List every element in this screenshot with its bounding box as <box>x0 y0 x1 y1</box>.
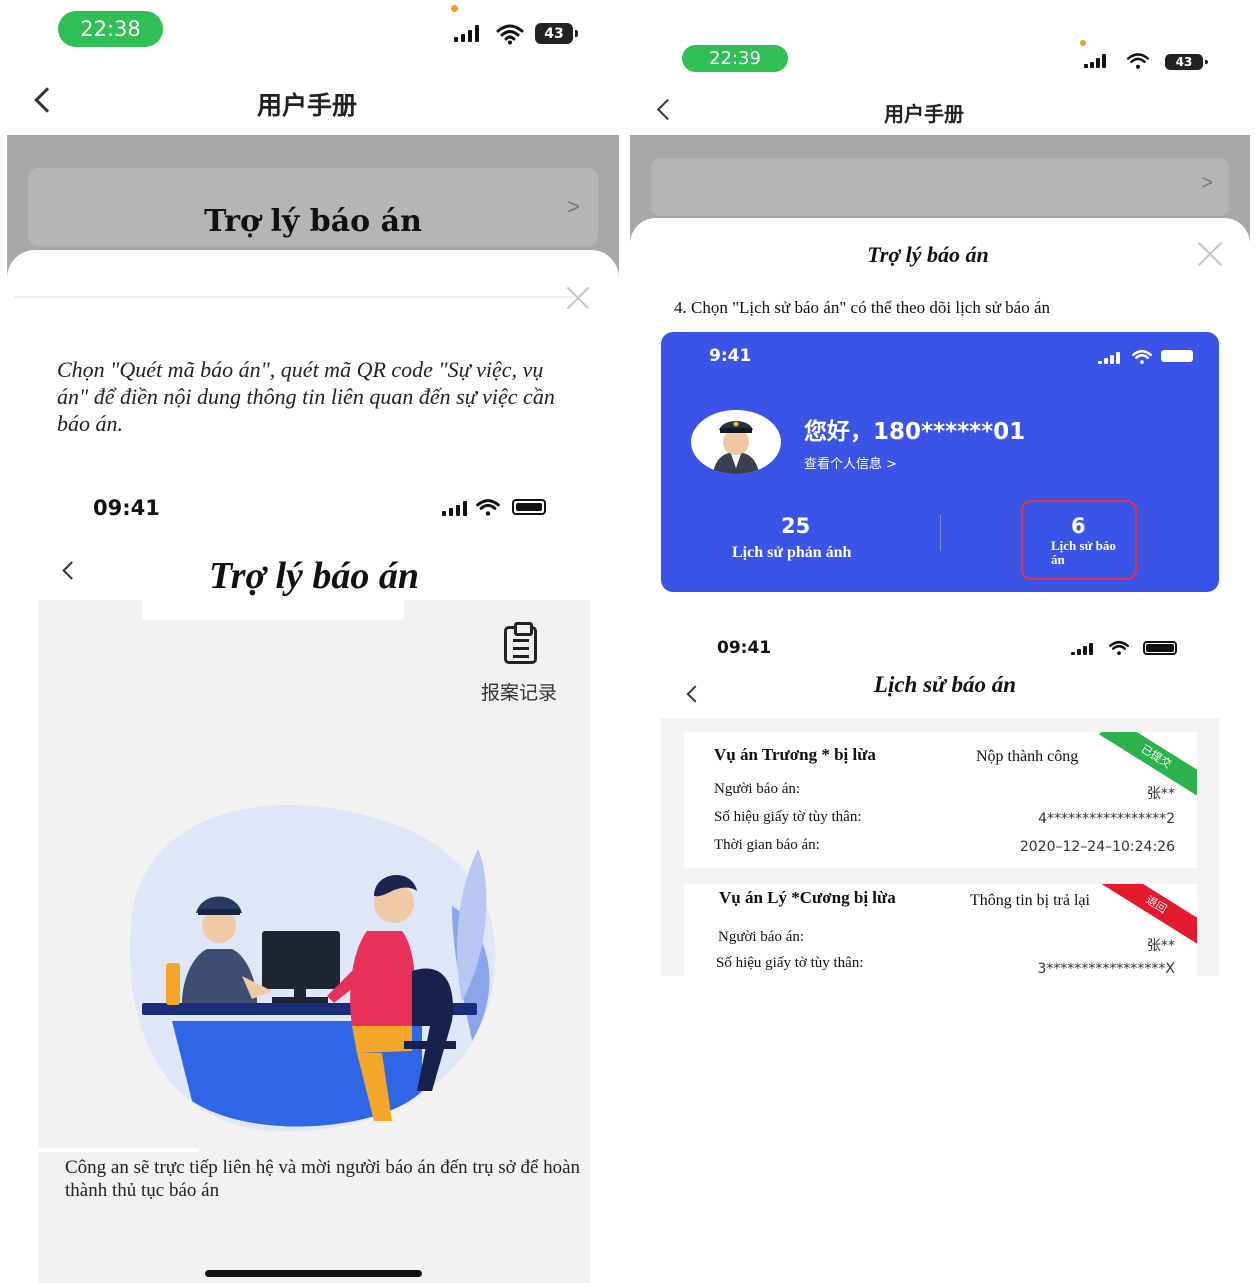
right-sheet-title: Trợ lý báo án <box>867 242 989 267</box>
history-page-title: Lịch sử báo án <box>873 672 1017 697</box>
left-battery-icon: 43 <box>535 23 578 44</box>
case-1-time-label: Thời gian báo án: <box>714 837 820 853</box>
right-back-button[interactable] <box>656 98 679 121</box>
report-record-icon[interactable] <box>504 622 537 664</box>
case-1-id-label: Số hiệu giấy tờ tùy thân: <box>714 809 862 825</box>
case-1-reporter-label: Người báo án: <box>714 781 801 797</box>
avatar[interactable] <box>691 410 781 474</box>
history-wifi-icon <box>1109 640 1129 655</box>
stat-feedback-label[interactable]: Lịch sử phản ánh <box>732 544 851 562</box>
left-close-icon[interactable] <box>563 283 593 313</box>
left-intro-text: Chọn "Quét mã báo án", quét mã QR code "… <box>57 357 555 436</box>
profile-card: 9:41 您好，180******01 查看个人信息 > 25 Lịch sử … <box>661 332 1219 592</box>
case-1-title: Vụ án Trương * bị lừa <box>714 745 876 764</box>
left-nav-title: 用户手册 <box>257 91 358 120</box>
case-2-status: Thông tin bị trả lại <box>970 892 1090 909</box>
inner-wifi-icon <box>476 499 500 516</box>
case-2-id-label: Số hiệu giấy tờ tùy thân: <box>716 955 864 971</box>
stat-report-label[interactable]: Lịch sử báo án <box>1051 539 1121 567</box>
inner-page-title: Trợ lý báo án <box>208 555 420 597</box>
right-nav-title: 用户手册 <box>884 102 964 126</box>
left-sheet-divider <box>14 296 574 298</box>
left-edge-strip <box>590 1248 607 1283</box>
case-1-id-value: 4*****************2 <box>1038 811 1175 827</box>
report-record-label[interactable]: 报案记录 <box>481 678 557 705</box>
case-card-1[interactable]: 已提交 Vụ án Trương * bị lừa Nộp thành công… <box>684 732 1197 868</box>
history-battery-icon <box>1143 641 1177 655</box>
inner-battery-icon <box>512 499 546 515</box>
left-feature-card[interactable]: Trợ lý báo án > <box>28 168 598 246</box>
left-status-time: 22:38 <box>58 11 163 47</box>
history-status-time: 09:41 <box>717 638 772 658</box>
case-2-title: Vụ án Lý *Cương bị lừa <box>719 888 896 907</box>
view-profile-link[interactable]: 查看个人信息 > <box>804 453 897 472</box>
right-close-icon[interactable] <box>1194 238 1226 270</box>
inner-footer-text: Công an sẽ trực tiếp liên hệ và mời ngườ… <box>65 1157 581 1201</box>
profile-signal-icon <box>1098 352 1120 364</box>
left-back-button[interactable] <box>34 87 60 113</box>
inner-footer-divider <box>38 1148 198 1152</box>
greeting-text: 您好，180******01 <box>804 419 1026 445</box>
right-step-text: 4. Chọn "Lịch sử báo án" có thể theo dõi… <box>674 298 1051 317</box>
stat-feedback-count[interactable]: 25 <box>781 514 810 538</box>
inner-signal-icon <box>442 501 467 516</box>
left-signal-icon <box>454 24 479 42</box>
police-avatar-icon <box>713 421 759 474</box>
right-signal-icon <box>1084 54 1106 68</box>
right-card-chevron-icon: > <box>1201 172 1213 194</box>
case-2-reporter-value: 张** <box>1147 938 1175 954</box>
right-battery-icon: 43 <box>1165 54 1208 70</box>
left-wifi-icon <box>496 24 524 45</box>
stat-divider <box>940 515 941 551</box>
case-1-time-value: 2020–12–24–10:24:26 <box>1019 839 1175 855</box>
right-wifi-icon <box>1126 53 1150 69</box>
history-signal-icon <box>1071 643 1093 655</box>
case-1-status: Nộp thành công <box>976 748 1079 765</box>
left-card-title: Trợ lý báo án <box>204 204 422 239</box>
case-1-reporter-value: 张** <box>1147 786 1175 802</box>
profile-status-time: 9:41 <box>709 346 752 366</box>
case-2-reporter-label: Người báo án: <box>718 929 805 945</box>
right-status-time: 22:39 <box>682 45 788 72</box>
inner-phone-screen: 09:41 Trợ lý báo án 报案记录 Công an sẽ trực… <box>38 476 590 1283</box>
case-2-id-value: 3*****************X <box>1037 961 1176 976</box>
right-orange-dot <box>1080 40 1086 46</box>
police-desk-illustration <box>129 805 496 1132</box>
inner-title-strip <box>142 600 404 620</box>
history-phone-screen: 09:41 Lịch sử báo án 已提交 Vụ án Trương * … <box>661 626 1219 976</box>
profile-wifi-icon <box>1132 349 1152 364</box>
right-feature-card[interactable]: > <box>651 158 1229 216</box>
profile-battery-icon <box>1161 350 1193 362</box>
left-card-chevron-icon: > <box>567 194 580 219</box>
home-indicator <box>205 1270 422 1277</box>
case-card-2[interactable]: 退回 Vụ án Lý *Cương bị lừa Thông tin bị t… <box>684 884 1197 976</box>
inner-status-time: 09:41 <box>93 496 160 520</box>
left-orange-dot <box>451 5 458 12</box>
stat-report-count[interactable]: 6 <box>1071 514 1086 538</box>
